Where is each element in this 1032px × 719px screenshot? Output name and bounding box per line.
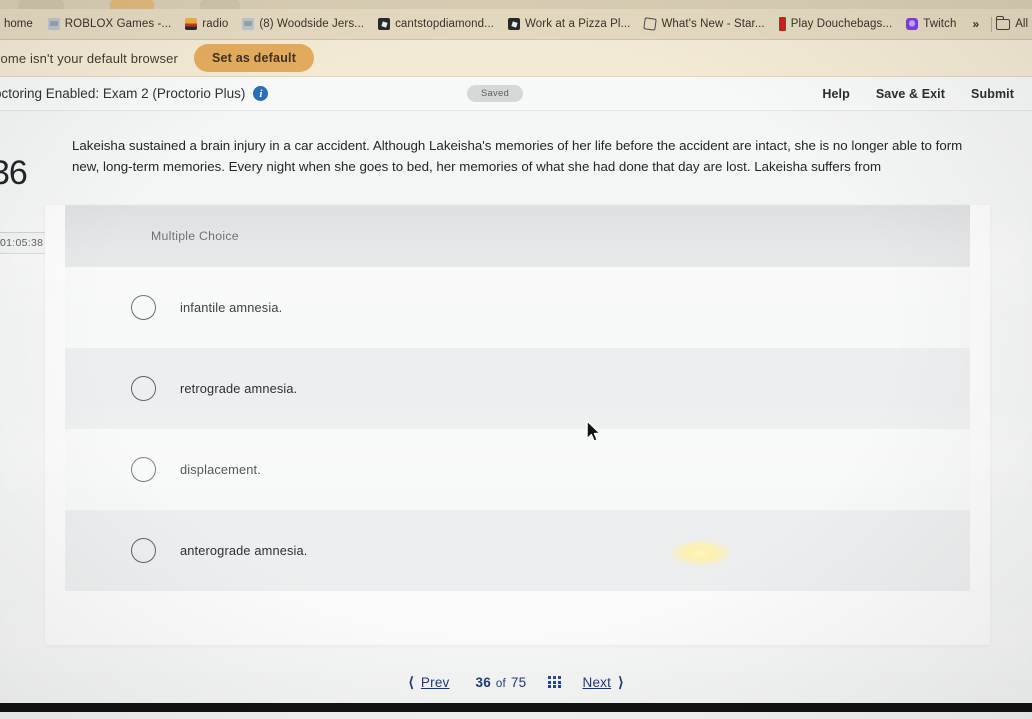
prev-label: Prev xyxy=(420,674,450,690)
bookmark-woodside-jersey[interactable]: (8) Woodside Jers... xyxy=(235,12,371,36)
bookmark-label: ROBLOX Games -... xyxy=(64,18,172,30)
answer-option-row[interactable]: displacement. xyxy=(65,429,970,510)
monitor-bezel-edge xyxy=(0,703,1032,712)
radio-button-icon[interactable] xyxy=(131,457,156,482)
answer-option-label: infantile amnesia. xyxy=(180,300,283,315)
bookmarks-overflow-area[interactable]: » All xyxy=(965,15,1032,32)
browser-tab-strip[interactable] xyxy=(0,0,1032,9)
bookmark-cantstopdiamond[interactable]: cantstopdiamond... xyxy=(371,12,501,36)
answer-options-list: infantile amnesia. retrograde amnesia. d… xyxy=(65,267,970,591)
bookmark-label: cantstopdiamond... xyxy=(395,18,495,30)
current-page-number: 36 xyxy=(475,674,491,690)
dark-square-icon xyxy=(508,18,521,30)
tab-fragment-active[interactable] xyxy=(110,0,154,9)
bookmarks-bar[interactable]: home ROBLOX Games -... radio (8) Woodsid… xyxy=(0,9,1032,40)
answer-option-row[interactable]: anterograde amnesia. xyxy=(65,510,970,591)
radio-button-icon[interactable] xyxy=(131,376,156,401)
answer-option-label: retrograde amnesia. xyxy=(180,381,298,396)
question-type-band: Multiple Choice xyxy=(65,205,970,267)
submit-link[interactable]: Submit xyxy=(971,87,1014,101)
next-question-button[interactable]: Next ⟩ xyxy=(583,674,624,691)
chevron-left-icon: ⟨ xyxy=(408,673,414,690)
answer-option-label: displacement. xyxy=(180,462,261,477)
roblox-icon xyxy=(47,18,60,30)
news-icon xyxy=(242,18,255,30)
bookmark-home[interactable]: home xyxy=(0,16,41,32)
question-type-label: Multiple Choice xyxy=(151,229,239,243)
radio-button-icon[interactable] xyxy=(131,295,156,320)
star-outline-icon xyxy=(643,17,658,31)
chevron-right-icon: ⟩ xyxy=(618,673,624,690)
red-bar-icon xyxy=(778,17,786,31)
exam-page: octoring Enabled: Exam 2 (Proctorio Plus… xyxy=(0,77,1032,712)
bookmark-whats-new-star[interactable]: What's New - Star... xyxy=(637,12,771,36)
bookmark-label: Work at a Pizza Pl... xyxy=(525,18,631,30)
tab-fragment[interactable] xyxy=(18,0,64,9)
help-link[interactable]: Help xyxy=(822,87,850,101)
bookmark-label: Play Douchebags... xyxy=(790,18,893,30)
answer-option-label: anterograde amnesia. xyxy=(180,543,308,558)
bookmark-label: radio xyxy=(202,18,229,30)
question-stem: Lakeisha sustained a brain injury in a c… xyxy=(72,138,963,174)
divider xyxy=(991,16,993,32)
bookmark-radio[interactable]: radio xyxy=(178,12,235,36)
question-navigation-bar: ⟨ Prev 36 of 75 Next ⟩ xyxy=(0,661,1032,703)
question-number: 36 xyxy=(0,154,28,192)
radio-icon xyxy=(185,18,198,30)
bookmark-roblox-games[interactable]: ROBLOX Games -... xyxy=(41,12,179,36)
grid-view-icon[interactable] xyxy=(548,675,561,689)
folder-icon xyxy=(995,15,1011,30)
of-label: of xyxy=(495,677,506,690)
bookmark-work-at-a-pizza-place[interactable]: Work at a Pizza Pl... xyxy=(501,12,637,36)
default-browser-infobar: rome isn't your default browser Set as d… xyxy=(0,40,1032,77)
bookmark-label: (8) Woodside Jers... xyxy=(259,18,365,30)
next-label: Next xyxy=(582,674,612,690)
infobar-message: rome isn't your default browser xyxy=(0,50,178,66)
page-counter: 36 of 75 xyxy=(475,675,526,690)
tab-fragment[interactable] xyxy=(200,0,240,9)
save-and-exit-link[interactable]: Save & Exit xyxy=(876,87,945,101)
set-as-default-button[interactable]: Set as default xyxy=(193,44,315,72)
bookmark-label: Twitch xyxy=(923,18,957,30)
all-bookmarks-label[interactable]: All xyxy=(1015,18,1028,30)
twitch-icon xyxy=(906,18,919,30)
monitor-photo-screen: home ROBLOX Games -... radio (8) Woodsid… xyxy=(0,0,1032,719)
exam-header-actions: Help Save & Exit Submit xyxy=(822,77,1014,111)
prev-question-button[interactable]: ⟨ Prev xyxy=(408,674,449,691)
exam-header-bar: octoring Enabled: Exam 2 (Proctorio Plus… xyxy=(0,77,1032,111)
radio-button-icon[interactable] xyxy=(131,538,156,563)
total-pages: 75 xyxy=(510,674,527,690)
bookmark-label: What's New - Star... xyxy=(661,18,765,30)
info-icon[interactable]: i xyxy=(253,86,269,101)
chevron-double-right-icon[interactable]: » xyxy=(965,17,988,31)
question-card: Multiple Choice infantile amnesia. retro… xyxy=(45,205,990,645)
exam-title: octoring Enabled: Exam 2 (Proctorio Plus… xyxy=(0,86,246,101)
answer-option-row[interactable]: retrograde amnesia. xyxy=(65,348,970,429)
bookmark-twitch[interactable]: Twitch xyxy=(899,12,963,36)
bookmark-play-douchebags[interactable]: Play Douchebags... xyxy=(772,12,900,36)
answer-option-row[interactable]: infantile amnesia. xyxy=(65,267,970,348)
save-status-badge: Saved xyxy=(467,85,523,102)
dark-square-icon xyxy=(378,18,391,30)
